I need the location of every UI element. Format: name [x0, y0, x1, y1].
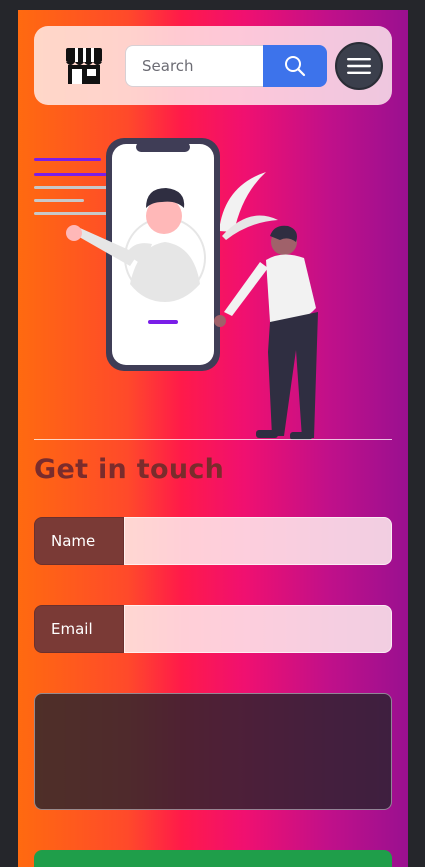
- search-icon: [285, 56, 306, 77]
- menu-toggle-button[interactable]: [335, 42, 383, 90]
- hamburger-menu-icon: [347, 58, 371, 74]
- navbar: [34, 26, 392, 105]
- standing-person-graphic: [214, 225, 318, 440]
- name-label: Name: [34, 517, 124, 565]
- section-divider: [34, 439, 392, 440]
- email-label: Email: [34, 605, 124, 653]
- submit-button[interactable]: [34, 850, 392, 867]
- email-field-group: Email: [34, 605, 392, 653]
- name-input[interactable]: [124, 517, 392, 565]
- message-textarea[interactable]: [34, 693, 392, 810]
- search-input[interactable]: [125, 45, 263, 87]
- phone-graphic: [66, 138, 220, 371]
- store-icon[interactable]: [64, 46, 104, 86]
- page-background: Get in touch Name Email: [18, 10, 408, 867]
- name-field-group: Name: [34, 517, 392, 565]
- contact-illustration: [34, 138, 318, 440]
- email-input[interactable]: [124, 605, 392, 653]
- page-title: Get in touch: [34, 454, 225, 485]
- search-button[interactable]: [263, 45, 327, 87]
- search-form: [125, 45, 327, 87]
